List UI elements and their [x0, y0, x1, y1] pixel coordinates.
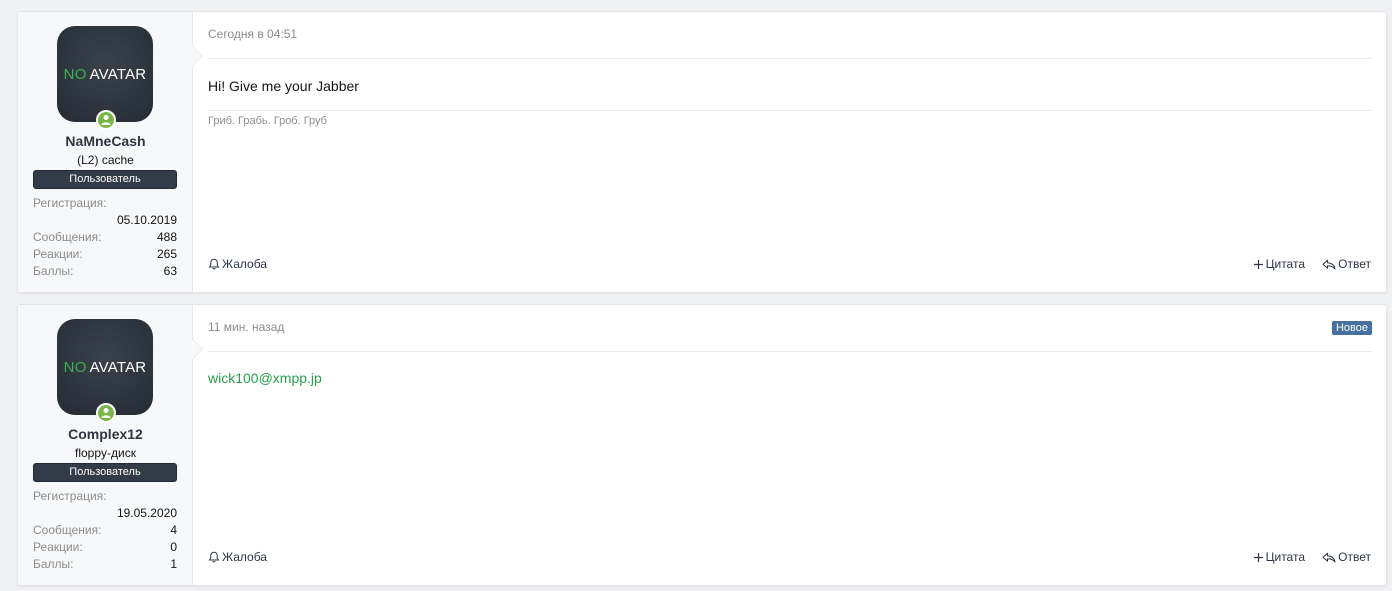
plus-icon [1253, 259, 1264, 270]
avatar-label-text: AVATAR [89, 358, 147, 376]
signature-divider [208, 110, 1371, 111]
reactions-value: 0 [170, 540, 177, 554]
reply-arrow-icon [1322, 552, 1336, 563]
user-title: floppy-диск [75, 446, 136, 460]
user-role-banner: Пользователь [33, 463, 177, 482]
registration-value: 05.10.2019 [116, 213, 177, 227]
registration-label: Регистрация: [33, 196, 107, 210]
post-date-link[interactable]: Сегодня в 04:51 [208, 27, 297, 41]
plus-icon [1253, 552, 1264, 563]
avatar[interactable]: NO AVATAR [57, 26, 153, 122]
message-body-link[interactable]: wick100@xmpp.jp [208, 370, 322, 386]
quote-label: Цитата [1265, 550, 1305, 564]
quote-label: Цитата [1265, 257, 1305, 271]
message-actions: Жалоба Цитата Ответ [208, 257, 1371, 273]
reactions-label: Реакции: [33, 540, 83, 554]
bell-icon [208, 551, 220, 563]
avatar[interactable]: NO AVATAR [57, 319, 153, 415]
message-post: NO AVATAR NaMneCash (L2) cache Пользоват… [17, 11, 1387, 293]
messages-label: Сообщения: [33, 230, 102, 244]
avatar-label-text: AVATAR [89, 65, 147, 83]
new-badge: Новое [1331, 321, 1372, 335]
quote-button[interactable]: Цитата [1253, 550, 1305, 564]
reply-button[interactable]: Ответ [1322, 550, 1371, 564]
avatar-no-text: NO [63, 358, 87, 376]
username-link[interactable]: Complex12 [18, 426, 193, 442]
registration-label: Регистрация: [33, 489, 107, 503]
messages-value[interactable]: 488 [157, 229, 177, 246]
reply-arrow-icon [1322, 259, 1336, 270]
user-stats: Регистрация: 05.10.2019 Сообщения: 488 Ре… [33, 195, 177, 280]
message-actions: Жалоба Цитата Ответ [208, 550, 1371, 566]
header-divider [208, 58, 1371, 59]
bell-icon [208, 258, 220, 270]
message-user-panel: NO AVATAR Complex12 floppy-диск Пользова… [18, 305, 203, 585]
points-label: Баллы: [33, 264, 74, 278]
report-label: Жалоба [222, 550, 267, 564]
points-value[interactable]: 1 [170, 556, 177, 573]
points-label: Баллы: [33, 557, 74, 571]
reply-button[interactable]: Ответ [1322, 257, 1371, 271]
post-date-link[interactable]: 11 мин. назад [208, 320, 284, 334]
messages-label: Сообщения: [33, 523, 102, 537]
message-post: NO AVATAR Complex12 floppy-диск Пользова… [17, 304, 1387, 586]
user-signature: Гриб. Грабь. Гроб. Груб [208, 115, 327, 127]
reply-label: Ответ [1338, 550, 1371, 564]
points-value[interactable]: 63 [164, 263, 177, 280]
user-stats: Регистрация: 19.05.2020 Сообщения: 4 Реак… [33, 488, 177, 573]
report-label: Жалоба [222, 257, 267, 271]
message-user-panel: NO AVATAR NaMneCash (L2) cache Пользоват… [18, 12, 203, 292]
user-online-icon [96, 403, 116, 423]
username-link[interactable]: NaMneCash [18, 133, 193, 149]
quote-button[interactable]: Цитата [1253, 257, 1305, 271]
message-main: Сегодня в 04:51 Hi! Give me your Jabber … [193, 12, 1386, 292]
user-title: (L2) cache [77, 153, 134, 167]
message-body: Hi! Give me your Jabber [208, 78, 359, 94]
header-divider [208, 351, 1371, 352]
reactions-value: 265 [156, 247, 177, 261]
registration-value: 19.05.2020 [116, 506, 177, 520]
reply-label: Ответ [1338, 257, 1371, 271]
user-role-banner: Пользователь [33, 170, 177, 189]
messages-value[interactable]: 4 [170, 522, 177, 539]
message-main: 11 мин. назад Новое wick100@xmpp.jp Жало… [193, 305, 1386, 585]
user-online-icon [96, 110, 116, 130]
avatar-no-text: NO [63, 65, 87, 83]
report-button[interactable]: Жалоба [208, 257, 267, 271]
reactions-label: Реакции: [33, 247, 83, 261]
report-button[interactable]: Жалоба [208, 550, 267, 564]
